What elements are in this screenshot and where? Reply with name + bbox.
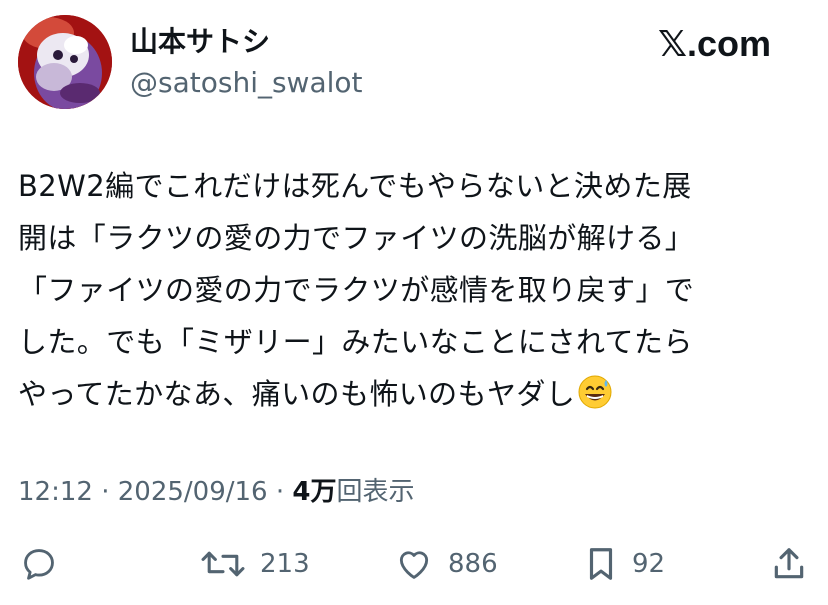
bookmark-count: 92 <box>632 549 666 579</box>
views-count: 4万 <box>292 477 337 507</box>
like-count: 886 <box>448 549 498 579</box>
meta-separator: · <box>101 477 110 507</box>
tweet-meta: 12:12 · 2025/09/16 · 4万回表示 <box>18 474 415 510</box>
like-button[interactable]: 886 <box>394 538 498 590</box>
bookmark-button[interactable]: 92 <box>584 538 665 590</box>
brand-logo: 𝕏.com <box>658 22 771 67</box>
tweet-text: B2W2編でこれだけは死んでもやらないと決めた展 開は「ラクツの愛の力でファイツ… <box>18 160 808 426</box>
action-bar: 213 886 92 <box>0 538 828 590</box>
repost-button[interactable]: 213 <box>200 538 310 590</box>
avatar[interactable] <box>18 15 112 109</box>
reply-button[interactable] <box>20 538 58 590</box>
repost-count: 213 <box>260 549 310 579</box>
avatar-image <box>18 15 112 109</box>
grinning-face-with-sweat-emoji <box>577 374 613 426</box>
share-icon <box>774 548 804 579</box>
x-logo-icon: 𝕏 <box>658 24 688 65</box>
brand-domain: .com <box>687 23 772 64</box>
meta-separator: · <box>275 477 285 507</box>
bookmark-icon <box>589 548 613 580</box>
tweet-line: B2W2編でこれだけは死んでもやらないと決めた展 <box>18 169 692 203</box>
tweet-line-last: やってたかなあ、痛いのも怖いのもヤダし <box>18 368 808 426</box>
repost-icon <box>201 551 245 577</box>
heart-icon <box>399 551 429 579</box>
views-label: 回表示 <box>336 477 415 507</box>
tweet-date[interactable]: 2025/09/16 <box>118 477 268 507</box>
tweet-line: した。でも「ミザリー」みたいなことにされてたら <box>18 325 693 359</box>
author-handle[interactable]: @satoshi_swalot <box>130 65 363 101</box>
share-button[interactable] <box>770 538 808 590</box>
tweet-line: 「ファイツの愛の力でラクツが感情を取り戻す」で <box>18 273 695 307</box>
reply-icon <box>24 549 54 580</box>
author-display-name[interactable]: 山本サトシ <box>130 24 270 60</box>
tweet-line: 開は「ラクツの愛の力でファイツの洗脳が解ける」 <box>18 221 695 255</box>
tweet-time[interactable]: 12:12 <box>18 477 93 507</box>
tweet-line-text: やってたかなあ、痛いのも怖いのもヤダし <box>18 377 576 411</box>
